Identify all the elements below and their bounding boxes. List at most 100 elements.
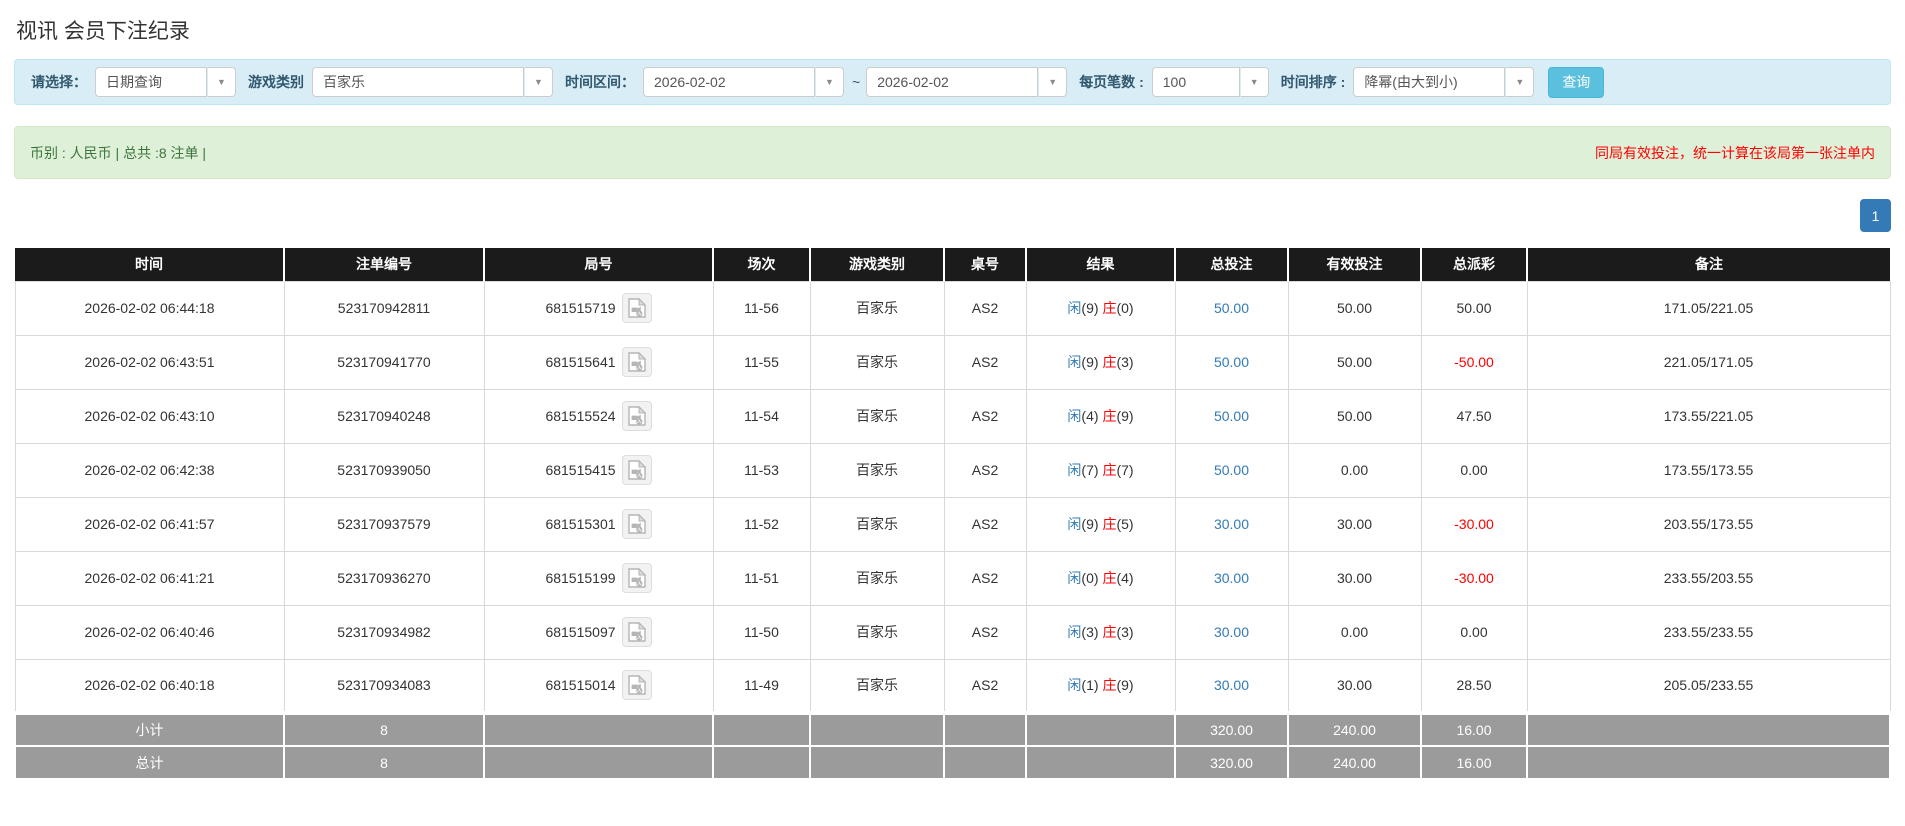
sort-order-value[interactable]: 降幂(由大到小) [1353, 67, 1506, 97]
cell-valid-bet: 0.00 [1287, 604, 1422, 660]
chevron-down-icon[interactable]: ▼ [816, 67, 844, 97]
cell-total-bet: 30.00 [1174, 658, 1289, 714]
chevron-down-icon[interactable]: ▼ [1506, 67, 1535, 97]
header-valid-bet: 有效投注 [1288, 248, 1422, 281]
video-record-button[interactable] [621, 670, 652, 701]
cell-bet-no: 523170942811 [283, 280, 485, 336]
total-bet-link[interactable]: 30.00 [1214, 516, 1249, 532]
header-table-no: 桌号 [944, 248, 1027, 281]
video-record-button[interactable] [621, 401, 652, 431]
total-bet-link[interactable]: 50.00 [1214, 462, 1249, 478]
video-record-button[interactable] [621, 617, 652, 647]
header-remark: 备注 [1527, 248, 1890, 281]
video-record-button[interactable] [621, 509, 652, 539]
cell-table-no: AS2 [943, 496, 1027, 552]
page-title: 视讯 会员下注纪录 [16, 20, 190, 43]
grand-total-row-cell: 320.00 [1174, 745, 1289, 780]
result-banker: 庄 [1102, 516, 1117, 532]
grand-total-row-cell [712, 745, 811, 780]
subtotal-row-cell [943, 711, 1027, 747]
video-record-button[interactable] [621, 455, 652, 485]
page-size-select[interactable]: 100 ▼ [1151, 67, 1269, 97]
cell-valid-bet: 30.00 [1287, 496, 1422, 552]
result-player: 闲 [1067, 408, 1082, 424]
chevron-down-icon[interactable]: ▼ [1039, 67, 1068, 97]
sort-order-select[interactable]: 降幂(由大到小) ▼ [1353, 67, 1535, 97]
date-to-value[interactable]: 2026-02-02 [866, 67, 1039, 97]
cell-remark: 171.05/221.05 [1526, 280, 1891, 336]
cell-table-no: AS2 [943, 280, 1027, 336]
cell-total-bet: 50.00 [1174, 280, 1289, 336]
cell-round-no: 681515719 [483, 280, 714, 336]
chevron-down-icon[interactable]: ▼ [525, 67, 553, 97]
cell-valid-bet: 50.00 [1287, 334, 1422, 390]
page-container: 视讯 会员下注纪录 请选择： 日期查询 ▼ 游戏类别 百家乐 ▼ 时间区间： 2… [0, 15, 1905, 780]
cell-remark: 205.05/233.55 [1526, 658, 1891, 714]
cell-time: 2026-02-02 06:41:21 [14, 550, 285, 606]
query-type-value[interactable]: 日期查询 [95, 67, 207, 97]
cell-result: 闲(9) 庄(5) [1025, 496, 1176, 552]
total-bet-link[interactable]: 50.00 [1214, 354, 1249, 370]
cell-round-no: 681515641 [483, 334, 714, 390]
total-bet-link[interactable]: 50.00 [1214, 408, 1249, 424]
video-record-icon [627, 568, 646, 588]
total-bet-link[interactable]: 30.00 [1214, 677, 1249, 693]
cell-result: 闲(9) 庄(3) [1025, 334, 1176, 390]
cell-payout: 28.50 [1420, 658, 1528, 714]
table-row: 2026-02-02 06:44:18 523170942811 681515719… [14, 280, 1891, 336]
subtotal-row-cell: 8 [283, 711, 485, 747]
filter-panel: 请选择： 日期查询 ▼ 游戏类别 百家乐 ▼ 时间区间： 2026-02-02 … [14, 59, 1891, 105]
video-record-button[interactable] [621, 563, 652, 593]
round-no-text: 681515014 [545, 677, 616, 694]
cell-remark: 203.55/173.55 [1526, 496, 1891, 552]
cell-valid-bet: 50.00 [1287, 388, 1422, 444]
game-type-label: 游戏类别 [248, 74, 304, 90]
result-banker: 庄 [1102, 570, 1117, 586]
header-time: 时间 [15, 248, 285, 281]
pagination-page-button[interactable]: 1 [1860, 199, 1891, 232]
cell-valid-bet: 30.00 [1287, 658, 1422, 714]
cell-game-type: 百家乐 [809, 280, 945, 336]
grand-total-row: 总计 8 320.00 240.00 16.00 [14, 745, 1891, 780]
table-row: 2026-02-02 06:40:18 523170934083 681515014… [14, 658, 1891, 714]
result-banker: 庄 [1102, 624, 1117, 640]
cell-payout: 0.00 [1420, 604, 1528, 660]
cell-total-bet: 50.00 [1174, 442, 1289, 498]
cell-game-type: 百家乐 [809, 496, 945, 552]
query-type-select[interactable]: 日期查询 ▼ [95, 67, 236, 97]
video-record-button[interactable] [621, 293, 652, 323]
cell-payout: -30.00 [1420, 550, 1528, 606]
cell-time: 2026-02-02 06:42:38 [14, 442, 285, 498]
video-record-icon [627, 352, 646, 372]
chevron-down-icon[interactable]: ▼ [208, 67, 236, 97]
header-payout: 总派彩 [1421, 248, 1528, 281]
round-no-text: 681515719 [545, 300, 616, 316]
cell-bet-no: 523170934982 [283, 604, 485, 660]
subtotal-row-cell [809, 711, 945, 747]
date-from-picker[interactable]: 2026-02-02 ▼ [643, 67, 844, 97]
total-bet-link[interactable]: 30.00 [1214, 570, 1249, 586]
video-record-button[interactable] [621, 347, 652, 377]
cell-bet-no: 523170941770 [283, 334, 485, 390]
game-type-value[interactable]: 百家乐 [312, 67, 524, 97]
cell-valid-bet: 30.00 [1287, 550, 1422, 606]
grand-total-row-cell: 240.00 [1287, 745, 1422, 780]
cell-bet-no: 523170939050 [283, 442, 485, 498]
chevron-down-icon[interactable]: ▼ [1240, 67, 1269, 97]
total-bet-link[interactable]: 30.00 [1214, 624, 1249, 640]
date-to-picker[interactable]: 2026-02-02 ▼ [866, 67, 1068, 97]
date-from-value[interactable]: 2026-02-02 [643, 67, 815, 97]
pagination-top: 1 [14, 199, 1891, 232]
subtotal-row-cell [712, 711, 811, 747]
search-button[interactable]: 查询 [1548, 66, 1605, 98]
result-banker: 庄 [1102, 677, 1117, 694]
page-size-value[interactable]: 100 [1151, 67, 1240, 97]
cell-result: 闲(4) 庄(9) [1025, 388, 1176, 444]
cell-session: 11-54 [712, 388, 811, 444]
total-bet-link[interactable]: 50.00 [1214, 300, 1249, 316]
cell-total-bet: 50.00 [1174, 388, 1289, 444]
result-player: 闲 [1067, 624, 1082, 640]
game-type-select[interactable]: 百家乐 ▼ [312, 67, 553, 97]
result-player: 闲 [1067, 300, 1082, 316]
bet-records-table: 时间 注单编号 局号 场次 游戏类别 桌号 结果 总投注 有效投注 总派彩 备注… [14, 248, 1891, 780]
